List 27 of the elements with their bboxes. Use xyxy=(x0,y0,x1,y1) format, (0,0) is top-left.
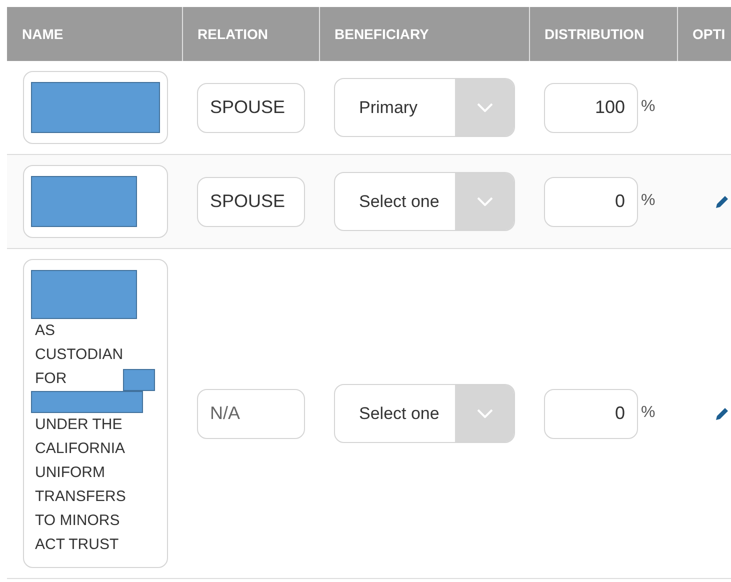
percent-sign: % xyxy=(641,402,656,422)
distribution-field[interactable]: 100 xyxy=(544,82,638,132)
pencil-icon[interactable] xyxy=(715,194,729,208)
name-field[interactable] xyxy=(23,71,168,144)
name-text: AS CUSTODIAN FOR xyxy=(35,321,124,389)
pencil-icon[interactable] xyxy=(715,406,729,420)
name-field[interactable]: AS CUSTODIAN FOR UNDER THE CALIFORNIA UNIFORM TRANSFERS TO MINORS ACT TRUST xyxy=(23,259,168,568)
name-text: UNDER THE CALIFORNIA UNIFORM TRANSFERS TO MINORS ACT TRUST xyxy=(35,415,126,555)
column-header: NAME xyxy=(7,7,182,61)
column-header: OPTI xyxy=(677,7,731,61)
column-header: DISTRIBUTION xyxy=(529,7,677,61)
beneficiary-dropdown[interactable]: Select one xyxy=(334,172,515,231)
percent-sign: % xyxy=(641,190,656,210)
name-field[interactable] xyxy=(23,165,168,238)
beneficiary-dropdown[interactable]: Primary xyxy=(334,78,515,137)
chevron-down-icon xyxy=(476,197,492,206)
beneficiary-dropdown[interactable]: Select one xyxy=(334,384,515,443)
relation-field[interactable]: N/A xyxy=(197,388,305,438)
column-header: RELATION xyxy=(182,7,319,61)
distribution-field[interactable]: 0 xyxy=(544,176,638,226)
distribution-field[interactable]: 0 xyxy=(544,388,638,438)
column-header: BENEFICIARY xyxy=(319,7,529,61)
chevron-down-icon xyxy=(476,409,492,418)
percent-sign: % xyxy=(641,96,656,116)
relation-field[interactable]: SPOUSE xyxy=(197,176,305,226)
relation-field[interactable]: SPOUSE xyxy=(197,82,305,132)
chevron-down-icon xyxy=(476,103,492,112)
